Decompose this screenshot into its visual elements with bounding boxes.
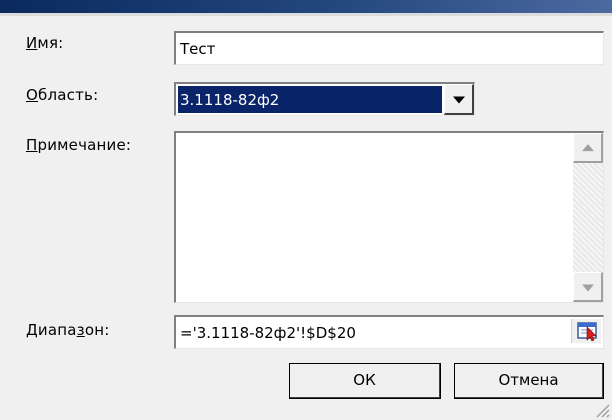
scope-select-highlight: 3.1118-82ф2	[178, 86, 442, 113]
scroll-down-button[interactable]	[573, 272, 603, 302]
range-label-text-start: Диапа	[26, 321, 77, 339]
comment-label-text: римечание:	[37, 136, 132, 154]
name-label-text: мя:	[37, 34, 64, 52]
range-label-accesskey: з	[76, 321, 85, 339]
comment-label: Примечание:	[26, 136, 131, 154]
scroll-up-icon	[581, 143, 594, 151]
scope-dropdown-button[interactable]	[444, 84, 474, 115]
name-input-value: Тест	[180, 39, 216, 58]
new-name-dialog: Имя: Тест Область: 3.1118-82ф2 Примечани…	[0, 0, 612, 420]
resize-grip-icon[interactable]	[594, 402, 610, 418]
name-label-accesskey: И	[26, 34, 38, 52]
scope-label: Область:	[26, 86, 98, 104]
collapse-dialog-icon	[577, 322, 597, 342]
range-input-value: ='3.1118-82ф2'!$D$20	[180, 323, 356, 342]
name-label: Имя:	[26, 34, 63, 52]
scroll-down-icon	[581, 284, 594, 292]
range-collapse-button[interactable]	[571, 319, 601, 343]
cancel-button[interactable]: Отмена	[454, 363, 604, 399]
comment-scrollbar[interactable]	[573, 133, 603, 302]
title-bar[interactable]	[0, 0, 612, 16]
chevron-down-icon	[452, 96, 465, 104]
range-input[interactable]: ='3.1118-82ф2'!$D$20	[174, 315, 604, 349]
name-input[interactable]: Тест	[174, 31, 604, 65]
ok-button[interactable]: ОК	[289, 363, 441, 399]
scope-select[interactable]: 3.1118-82ф2	[174, 82, 475, 116]
range-label: Диапазон:	[26, 321, 110, 339]
scope-label-accesskey: О	[26, 86, 39, 104]
scroll-up-button[interactable]	[573, 133, 603, 163]
comment-textarea[interactable]	[174, 131, 604, 303]
comment-label-accesskey: П	[26, 136, 38, 154]
scope-label-text: бласть:	[38, 86, 99, 104]
scope-select-value: 3.1118-82ф2	[180, 90, 280, 109]
range-label-text-end: он:	[84, 321, 110, 339]
